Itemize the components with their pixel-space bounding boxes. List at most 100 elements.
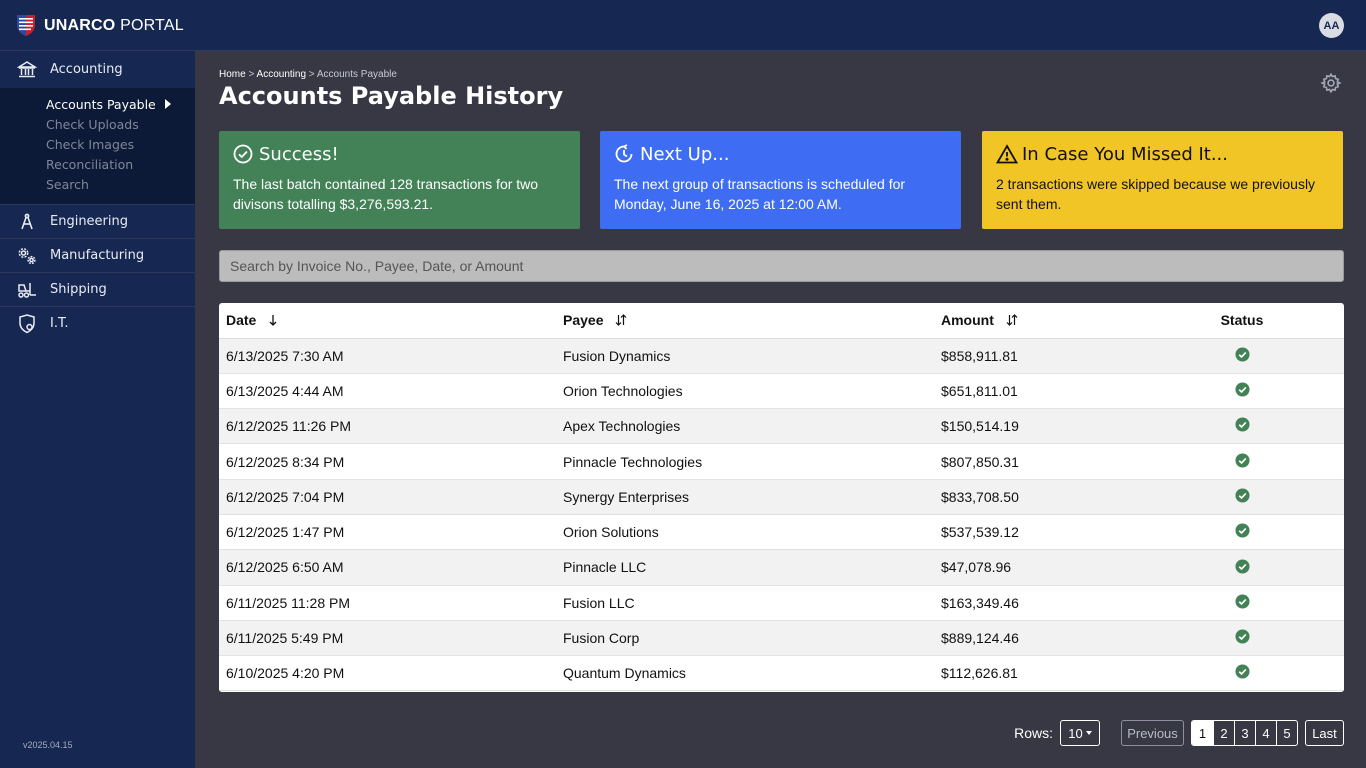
success-card-body: The last batch contained 128 transaction… (233, 176, 539, 212)
cell-status (1184, 443, 1344, 480)
settings-gear-icon[interactable] (1320, 72, 1342, 99)
shield-gear-icon (16, 313, 38, 335)
search-input[interactable] (219, 250, 1344, 282)
cell-date: 6/10/2025 4:20 PM (219, 655, 563, 692)
sidebar-item-shipping[interactable]: Shipping (0, 273, 195, 306)
cell-status (1184, 655, 1344, 692)
cell-date: 6/11/2025 5:49 PM (219, 620, 563, 657)
table-row[interactable]: 6/13/2025 7:30 AM Fusion Dynamics $858,911… (219, 338, 1344, 374)
cell-status (1184, 585, 1344, 621)
page-button-4[interactable]: 4 (1255, 721, 1276, 745)
transactions-table: Date Payee Amount Status 6/13/2025 7:30 … (219, 303, 1344, 692)
cell-date: 6/12/2025 11:26 PM (219, 408, 563, 445)
next-up-card-title: Next Up... (640, 143, 730, 165)
success-check-icon (1234, 664, 1250, 682)
sidebar-item-it[interactable]: I.T. (0, 307, 195, 340)
subnav-item-accounts-payable[interactable]: Accounts Payable (0, 94, 195, 114)
warning-triangle-icon (996, 143, 1018, 165)
sidebar-item-manufacturing[interactable]: Manufacturing (0, 239, 195, 272)
gears-icon (16, 245, 38, 267)
breadcrumb-accounting[interactable]: Accounting (257, 69, 306, 80)
sort-both-icon[interactable] (1006, 313, 1018, 329)
column-header-date[interactable]: Date (219, 303, 563, 339)
success-check-icon (1234, 629, 1250, 647)
page-button-5[interactable]: 5 (1276, 721, 1297, 745)
cell-payee: Fusion Corp (563, 620, 941, 657)
sidebar-section-manufacturing: Manufacturing (0, 239, 195, 273)
brand-name: UNARCO PORTAL (44, 16, 184, 34)
cell-payee: Pinnacle LLC (563, 549, 941, 586)
sidebar-section-accounting: Accounting Accounts Payable Check Upload… (0, 51, 195, 205)
sort-down-icon[interactable] (268, 313, 278, 329)
page-button-2[interactable]: 2 (1213, 721, 1234, 745)
avatar[interactable]: AA (1319, 13, 1344, 38)
page-button-3[interactable]: 3 (1234, 721, 1255, 745)
warning-card-title: In Case You Missed It... (1022, 143, 1228, 165)
table-header-row: Date Payee Amount Status (219, 303, 1344, 339)
rows-per-page-value: 10 (1068, 725, 1083, 741)
rows-label: Rows: (1014, 725, 1053, 741)
table-row[interactable]: 6/13/2025 4:44 AM Orion Technologies $651,… (219, 373, 1344, 410)
column-header-label: Payee (563, 311, 604, 328)
column-header-amount[interactable]: Amount (941, 303, 1184, 339)
cell-amount: $833,708.50 (941, 479, 1184, 515)
next-up-card-body: The next group of transactions is schedu… (614, 176, 906, 212)
sidebar-section-shipping: Shipping (0, 273, 195, 307)
cell-amount: $150,514.19 (941, 408, 1184, 445)
column-header-label: Date (226, 311, 257, 328)
previous-button[interactable]: Previous (1121, 720, 1184, 746)
success-check-icon (1234, 559, 1250, 577)
subnav-item-search[interactable]: Search (0, 174, 195, 194)
cell-payee: Pinnacle Technologies (563, 443, 941, 480)
bank-icon (16, 59, 38, 81)
cell-status (1184, 408, 1344, 445)
subnav-item-check-images[interactable]: Check Images (0, 134, 195, 154)
sidebar-item-label: Engineering (50, 214, 128, 229)
alert-cards: Success! The last batch contained 128 tr… (219, 131, 1344, 229)
table-row[interactable]: 6/12/2025 11:26 PM Apex Technologies $150,… (219, 408, 1344, 445)
cell-amount: $651,811.01 (941, 373, 1184, 410)
sidebar-item-engineering[interactable]: Engineering (0, 205, 195, 238)
brand-logo[interactable]: UNARCO PORTAL (16, 14, 184, 37)
cell-date: 6/12/2025 1:47 PM (219, 514, 563, 551)
table-row[interactable]: 6/12/2025 8:34 PM Pinnacle Technologies $8… (219, 443, 1344, 480)
cell-date: 6/12/2025 7:04 PM (219, 479, 563, 515)
table-row[interactable]: 6/12/2025 1:47 PM Orion Solutions $537,539… (219, 514, 1344, 551)
column-header-payee[interactable]: Payee (563, 303, 941, 339)
success-check-icon (1234, 382, 1250, 400)
cell-payee: Apex Technologies (563, 408, 941, 445)
warning-card-body: 2 transactions were skipped because we p… (996, 176, 1316, 212)
sort-both-icon[interactable] (615, 313, 627, 329)
last-button[interactable]: Last (1305, 720, 1344, 746)
sidebar-item-accounting[interactable]: Accounting (0, 51, 195, 88)
column-header-status: Status (1184, 303, 1344, 339)
subnav-item-check-uploads[interactable]: Check Uploads (0, 114, 195, 134)
clock-refresh-icon (614, 143, 636, 165)
top-bar: UNARCO PORTAL AA (0, 0, 1366, 51)
cell-status (1184, 479, 1344, 515)
success-check-icon (1234, 594, 1250, 612)
table-row[interactable]: 6/11/2025 11:28 PM Fusion LLC $163,349.46 (219, 585, 1344, 621)
table-row[interactable]: 6/12/2025 7:04 PM Synergy Enterprises $833… (219, 479, 1344, 515)
table-row[interactable]: 6/10/2025 4:20 PM Quantum Dynamics $112,62… (219, 655, 1344, 692)
page-button-1[interactable]: 1 (1192, 721, 1213, 745)
main-content: Home > Accounting > Accounts Payable Acc… (195, 51, 1366, 768)
sidebar-item-label: Shipping (50, 282, 107, 297)
cell-payee: Orion Technologies (563, 373, 941, 410)
breadcrumb-home[interactable]: Home (219, 69, 246, 80)
sidebar-item-label: Accounting (50, 62, 123, 77)
accounting-subnav: Accounts Payable Check Uploads Check Ima… (0, 88, 195, 204)
table-row[interactable]: 6/11/2025 5:49 PM Fusion Corp $889,124.46 (219, 620, 1344, 657)
table-row[interactable]: 6/12/2025 6:50 AM Pinnacle LLC $47,078.96 (219, 549, 1344, 586)
cell-amount: $858,911.81 (941, 338, 1184, 374)
chevron-down-icon (1085, 731, 1092, 735)
success-check-icon (1234, 453, 1250, 471)
rows-per-page-select[interactable]: 10 (1060, 720, 1100, 746)
forklift-icon (16, 279, 38, 301)
subnav-item-reconciliation[interactable]: Reconciliation (0, 154, 195, 174)
sidebar-section-it: I.T. (0, 307, 195, 340)
success-check-icon (1234, 417, 1250, 435)
cell-date: 6/12/2025 8:34 PM (219, 443, 563, 480)
cell-amount: $537,539.12 (941, 514, 1184, 551)
cell-payee: Quantum Dynamics (563, 655, 941, 692)
